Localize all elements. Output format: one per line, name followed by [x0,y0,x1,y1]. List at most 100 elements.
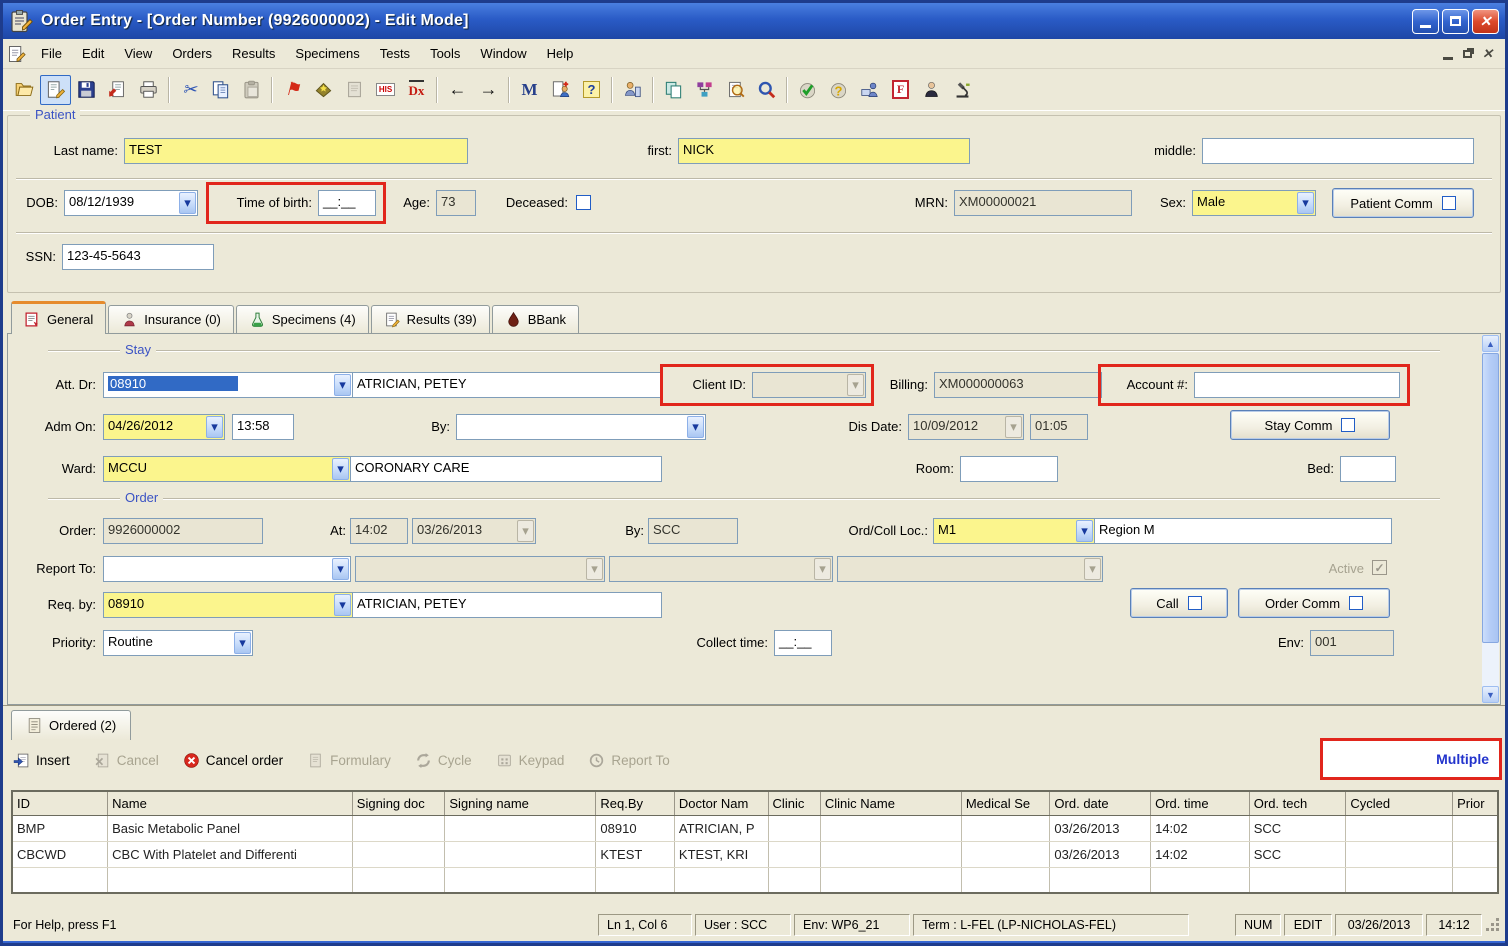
mdi-close-button[interactable] [1482,46,1493,62]
middle-name-field[interactable] [1202,138,1474,164]
ward-combo[interactable]: MCCU [103,456,351,482]
document-disabled-icon[interactable] [339,75,370,105]
scroll-up-icon[interactable]: ▲ [1482,335,1499,352]
find-document-icon[interactable] [720,75,751,105]
menu-orders[interactable]: Orders [162,42,222,65]
dob-combo[interactable]: 08/12/1939 [64,190,198,216]
stay-comm-button[interactable]: Stay Comm [1230,410,1390,440]
call-button[interactable]: Call [1130,588,1228,618]
query-status-icon[interactable]: ? [823,75,854,105]
room-field[interactable] [960,456,1058,482]
client-id-combo[interactable] [752,372,866,398]
report-to-combo-4[interactable] [837,556,1103,582]
column-header[interactable]: Name [108,791,353,815]
att-dr-combo[interactable]: 08910 [103,372,353,398]
resize-grip[interactable] [1485,915,1501,935]
table-row[interactable]: BMP Basic Metabolic Panel 08910 ATRICIAN… [12,815,1498,841]
maximize-button[interactable] [1442,9,1469,34]
patient-comm-button[interactable]: Patient Comm [1332,188,1474,218]
menu-view[interactable]: View [114,42,162,65]
column-header[interactable]: Ord. tech [1249,791,1346,815]
chevron-down-icon[interactable] [234,632,251,654]
user-terminal-icon[interactable] [854,75,885,105]
menu-results[interactable]: Results [222,42,285,65]
menu-tests[interactable]: Tests [370,42,420,65]
add-person-icon[interactable] [545,75,576,105]
import-document-icon[interactable] [102,75,133,105]
table-row[interactable] [12,867,1498,893]
print-icon[interactable] [133,75,164,105]
menu-file[interactable]: File [31,42,72,65]
scroll-down-icon[interactable]: ▼ [1482,686,1499,703]
duplicate-pages-icon[interactable] [658,75,689,105]
workflow-tree-icon[interactable] [689,75,720,105]
column-header[interactable]: Clinic [768,791,820,815]
report-to-combo-1[interactable] [103,556,351,582]
column-header[interactable]: Cycled [1346,791,1453,815]
report-to-combo-3[interactable] [609,556,833,582]
tab-results[interactable]: Results (39) [371,305,490,333]
minimize-button[interactable] [1412,9,1439,34]
mdi-minimize-button[interactable] [1443,48,1453,60]
close-button[interactable] [1472,9,1499,34]
insert-button[interactable]: Insert [13,752,70,769]
open-icon[interactable] [9,75,40,105]
chevron-down-icon[interactable] [1076,520,1093,542]
table-row[interactable]: CBCWD CBC With Platelet and Differenti K… [12,841,1498,867]
monogram-m-icon[interactable]: M [514,75,545,105]
last-name-field[interactable]: TEST [124,138,468,164]
column-header[interactable]: Ord. time [1151,791,1250,815]
column-header[interactable]: Req.By [596,791,675,815]
deceased-checkbox[interactable] [576,195,591,210]
chevron-down-icon[interactable] [179,192,196,214]
chevron-down-icon[interactable] [332,458,349,480]
menu-tools[interactable]: Tools [420,42,470,65]
tab-insurance[interactable]: Insurance (0) [108,305,234,333]
ord-coll-loc-combo[interactable]: M1 [933,518,1095,544]
ssn-field[interactable]: 123-45-5643 [62,244,214,270]
account-field[interactable] [1194,372,1400,398]
validate-check-icon[interactable] [792,75,823,105]
his-icon[interactable]: HIS [370,75,401,105]
menu-help[interactable]: Help [537,42,584,65]
chevron-down-icon[interactable] [332,558,349,580]
chevron-down-icon[interactable] [334,594,351,616]
lab-kit-icon[interactable] [308,75,339,105]
column-header[interactable]: Prior [1453,791,1498,815]
column-header[interactable]: Ord. date [1050,791,1151,815]
save-icon[interactable] [71,75,102,105]
formulary-f-icon[interactable]: F [885,75,916,105]
column-header[interactable]: ID [12,791,108,815]
chevron-down-icon[interactable] [687,416,704,438]
vertical-scrollbar[interactable]: ▲ ▼ [1482,335,1499,703]
tab-specimens[interactable]: Specimens (4) [236,305,369,333]
copy-icon[interactable] [205,75,236,105]
chevron-down-icon[interactable] [1297,192,1314,214]
back-icon[interactable] [442,75,473,105]
req-by-combo[interactable]: 08910 [103,592,353,618]
physician-icon[interactable] [916,75,947,105]
patient-info-icon[interactable] [617,75,648,105]
patient-comm-checkbox[interactable] [1442,196,1456,210]
order-comm-button[interactable]: Order Comm [1238,588,1390,618]
menu-edit[interactable]: Edit [72,42,114,65]
chevron-down-icon[interactable] [206,416,223,438]
mdi-restore-button[interactable] [1463,50,1472,58]
menu-window[interactable]: Window [470,42,536,65]
column-header[interactable]: Signing doc [352,791,445,815]
collect-time-field[interactable]: __:__ [774,630,832,656]
adm-time-field[interactable]: 13:58 [232,414,294,440]
cut-icon[interactable] [174,75,205,105]
dis-date-combo[interactable]: 10/09/2012 [908,414,1024,440]
priority-combo[interactable]: Routine [103,630,253,656]
column-header[interactable]: Signing name [445,791,596,815]
microscope-icon[interactable] [947,75,978,105]
menu-specimens[interactable]: Specimens [285,42,369,65]
forward-icon[interactable] [473,75,504,105]
time-of-birth-field[interactable]: __:__ [318,190,376,216]
tab-ordered[interactable]: Ordered (2) [11,710,131,740]
stay-comm-checkbox[interactable] [1341,418,1355,432]
help-icon[interactable]: ? [576,75,607,105]
adm-date-combo[interactable]: 04/26/2012 [103,414,225,440]
column-header[interactable]: Clinic Name [820,791,961,815]
